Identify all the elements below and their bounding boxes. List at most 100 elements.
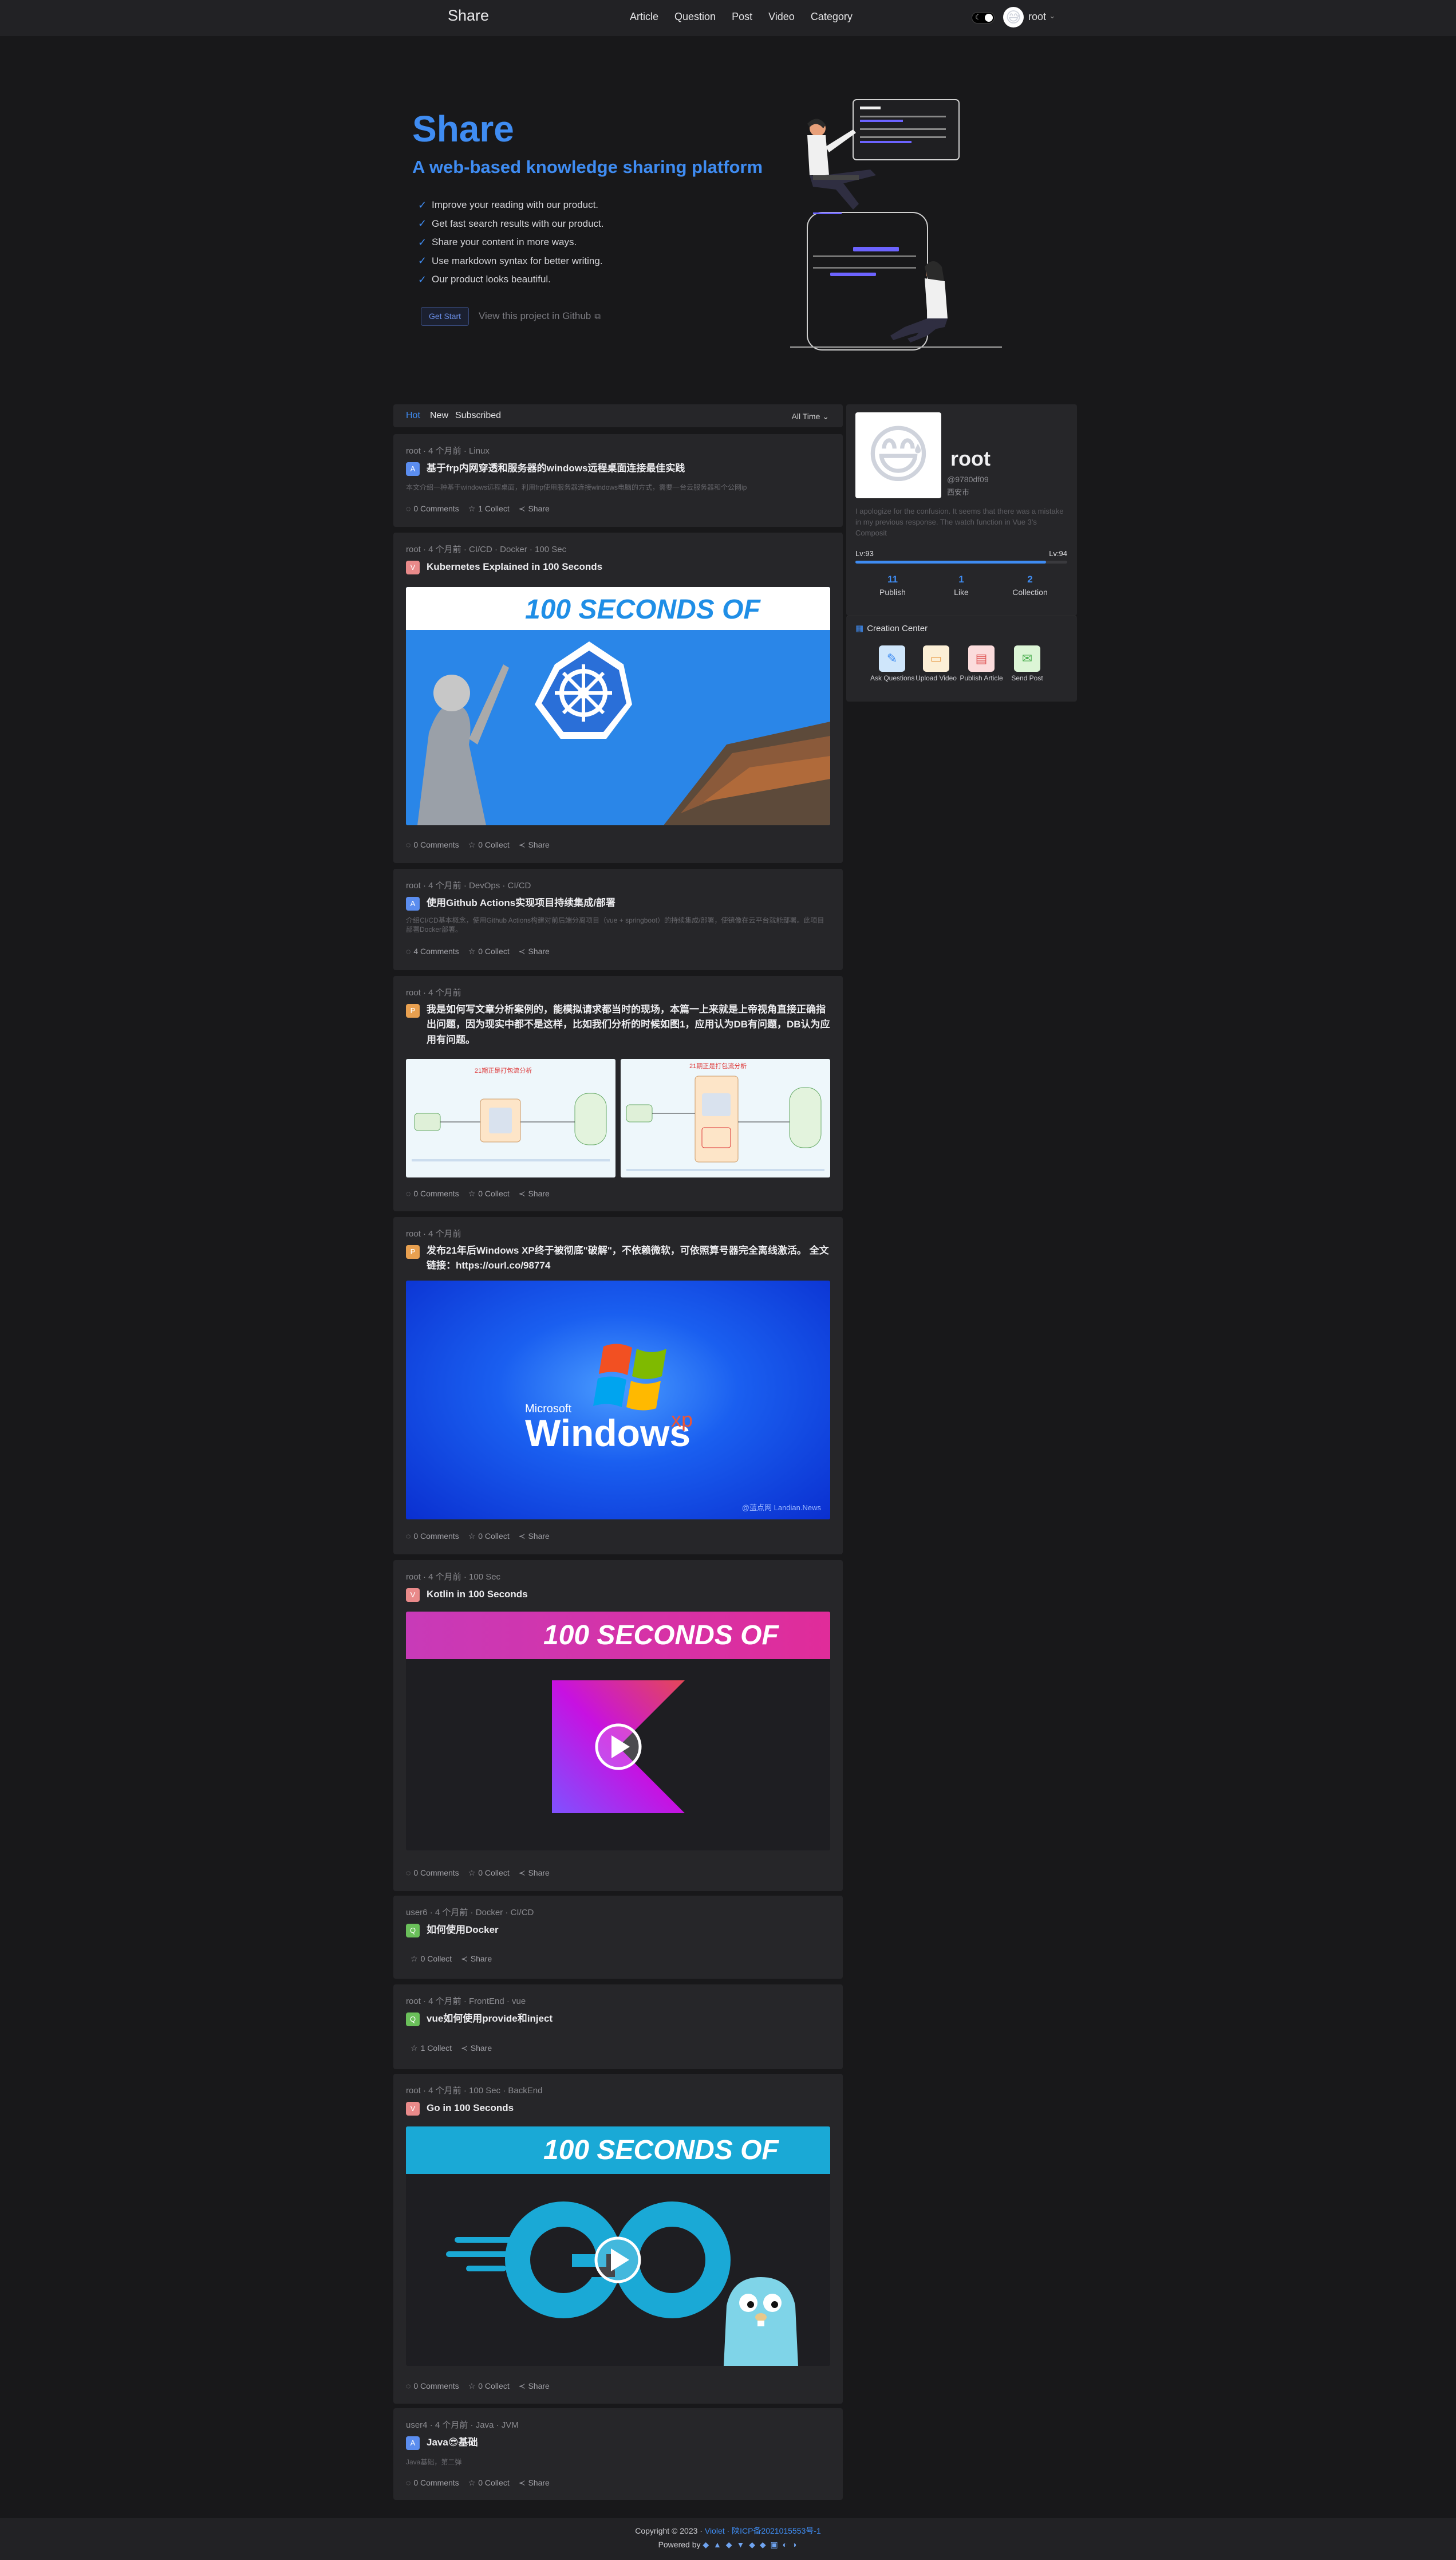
post-image[interactable]: Microsoft Windows xp @蓝点网 Landian.News — [406, 1281, 830, 1519]
share-icon: ≺ — [518, 1868, 526, 1877]
get-start-button[interactable]: Get Start — [421, 307, 469, 326]
check-icon: ✓ — [418, 218, 427, 230]
share-button[interactable]: ≺ Share — [519, 947, 550, 956]
collect-button[interactable]: ☆ 0 Collect — [468, 840, 510, 850]
card-meta: root · 4 个月前 — [406, 988, 461, 998]
feed-card[interactable]: root · 4 个月前 P 我是如何写文章分析案例的，能模拟请求都当时的现场，… — [393, 976, 843, 1211]
nav-category[interactable]: Category — [811, 11, 853, 23]
comments-button[interactable]: ◌ 0 Comments — [406, 840, 459, 850]
video-type-icon: V — [406, 1588, 420, 1602]
share-button[interactable]: ≺ Share — [519, 1868, 550, 1878]
stat-publish[interactable]: 11 Publish — [861, 574, 924, 597]
stat-like[interactable]: 1 Like — [930, 574, 993, 597]
share-button[interactable]: ≺ Share — [519, 840, 550, 850]
publish-article-button[interactable]: ▤ Publish Article — [960, 645, 1003, 682]
share-button[interactable]: ≺ Share — [519, 1531, 550, 1541]
tab-hot[interactable]: Hot — [406, 411, 420, 421]
theme-toggle[interactable]: ☾ — [972, 12, 995, 23]
feed-card[interactable]: root · 4 个月前 P 发布21年后Windows XP终于被彻底"破解"… — [393, 1217, 843, 1554]
user-avatar[interactable]: 😅 — [1003, 7, 1024, 27]
share-button[interactable]: ≺ Share — [461, 2043, 492, 2053]
hero-subtitle: A web-based knowledge sharing platform — [412, 157, 763, 177]
chevron-down-icon[interactable]: ⌄ — [1049, 11, 1056, 21]
github-link[interactable]: View this project in Github ⧉ — [479, 310, 601, 322]
feed-card[interactable]: user6 · 4 个月前 · Docker · CI/CD Q 如何使用Doc… — [393, 1896, 843, 1979]
comments-button[interactable]: ◌ 0 Comments — [406, 504, 459, 514]
nav-article[interactable]: Article — [630, 11, 658, 23]
article-type-icon: A — [406, 897, 420, 911]
nav-question[interactable]: Question — [674, 11, 716, 23]
stat-collection[interactable]: 2 Collection — [999, 574, 1062, 597]
tab-new[interactable]: New — [430, 411, 448, 421]
card-meta: user4 · 4 个月前 · Java · JVM — [406, 2420, 519, 2430]
comments-button[interactable]: ◌ 0 Comments — [406, 1868, 459, 1878]
share-button[interactable]: ≺ Share — [519, 2478, 550, 2488]
feed-card[interactable]: root · 4 个月前 · 100 Sec · BackEnd V Go in… — [393, 2074, 843, 2404]
card-title[interactable]: Kubernetes Explained in 100 Seconds — [427, 559, 830, 574]
share-icon: ≺ — [518, 1189, 526, 1198]
card-title[interactable]: 发布21年后Windows XP终于被彻底"破解"，不依赖微软，可依照算号器完全… — [427, 1243, 830, 1274]
feed-card[interactable]: root · 4 个月前 · FrontEnd · vue Q vue如何使用p… — [393, 1984, 843, 2069]
ask-question-button[interactable]: ✎ Ask Questions — [870, 645, 914, 682]
video-thumbnail[interactable]: 100 SECONDS OF — [406, 2126, 830, 2366]
user-menu-name[interactable]: root — [1028, 11, 1046, 23]
card-title[interactable]: 使用Github Actions实现项目持续集成/部署 — [427, 895, 830, 911]
collect-button[interactable]: ☆ 0 Collect — [468, 1868, 510, 1878]
collect-button[interactable]: ☆ 0 Collect — [411, 1954, 452, 1964]
share-button[interactable]: ≺ Share — [519, 1189, 550, 1199]
icp-link[interactable]: · 陕ICP备2021015553号-1 — [727, 2526, 821, 2535]
collect-button[interactable]: ☆ 0 Collect — [468, 1189, 510, 1199]
nav-video[interactable]: Video — [768, 11, 795, 23]
card-title[interactable]: Go in 100 Seconds — [427, 2100, 830, 2116]
feed-card[interactable]: user4 · 4 个月前 · Java · JVM A Java😎基础 Jav… — [393, 2408, 843, 2500]
collect-button[interactable]: ☆ 1 Collect — [411, 2043, 452, 2053]
share-button[interactable]: ≺ Share — [461, 1954, 492, 1964]
comment-icon: ◌ — [406, 840, 411, 849]
feed-card[interactable]: root · 4 个月前 · Linux A 基于frp内网穿透和服务器的win… — [393, 434, 843, 527]
video-thumbnail[interactable]: 100 SECONDS OF — [406, 587, 830, 825]
comments-button[interactable]: ◌ 0 Comments — [406, 1531, 459, 1541]
share-icon: ≺ — [518, 947, 526, 956]
card-title[interactable]: Kotlin in 100 Seconds — [427, 1586, 830, 1602]
collect-button[interactable]: ☆ 0 Collect — [468, 2381, 510, 2391]
post-image[interactable]: 21期正是打包流分析 — [621, 1059, 830, 1177]
comments-button[interactable]: ◌ 0 Comments — [406, 2381, 459, 2391]
author-link[interactable]: Violet — [705, 2526, 725, 2535]
feature-item: ✓ Use markdown syntax for better writing. — [418, 255, 603, 267]
check-icon: ✓ — [418, 199, 427, 211]
kubernetes-artwork — [406, 630, 830, 825]
profile-name[interactable]: root — [950, 447, 991, 471]
collect-button[interactable]: ☆ 0 Collect — [468, 1531, 510, 1541]
nav-post[interactable]: Post — [732, 11, 752, 23]
share-button[interactable]: ≺ Share — [519, 504, 550, 514]
send-post-button[interactable]: ✉ Send Post — [1005, 645, 1049, 682]
card-title[interactable]: vue如何使用provide和inject — [427, 2011, 830, 2026]
card-actions: ☆ 1 Collect ≺ Share — [411, 2043, 492, 2053]
card-title[interactable]: 我是如何写文章分析案例的，能模拟请求都当时的现场，本篇一上来就是上帝视角直接正确… — [427, 1002, 830, 1047]
card-actions: ◌ 0 Comments ☆ 0 Collect ≺ Share — [406, 1868, 550, 1878]
feed-card[interactable]: root · 4 个月前 · DevOps · CI/CD A 使用Github… — [393, 869, 843, 970]
collect-button[interactable]: ☆ 0 Collect — [468, 2478, 510, 2488]
brand-logo[interactable]: Share — [448, 7, 489, 25]
comments-button[interactable]: ◌ 4 Comments — [406, 947, 459, 956]
feed-card[interactable]: root · 4 个月前 · CI/CD · Docker · 100 Sec … — [393, 533, 843, 863]
feed-card[interactable]: root · 4 个月前 · 100 Sec V Kotlin in 100 S… — [393, 1560, 843, 1891]
card-title[interactable]: 基于frp内网穿透和服务器的windows远程桌面连接最佳实践 — [427, 460, 830, 476]
comments-button[interactable]: ◌ 0 Comments — [406, 1189, 459, 1199]
post-image[interactable]: 21期正是打包流分析 — [406, 1059, 615, 1177]
star-icon: ☆ — [411, 1954, 418, 1963]
time-filter-select[interactable]: All Time ⌄ — [792, 412, 829, 422]
hero-illustration — [790, 99, 1002, 350]
card-title[interactable]: 如何使用Docker — [427, 1922, 830, 1937]
video-thumbnail[interactable]: 100 SECONDS OF — [406, 1612, 830, 1850]
collect-button[interactable]: ☆ 0 Collect — [468, 947, 510, 956]
comments-button[interactable]: ◌ 0 Comments — [406, 2478, 459, 2488]
profile-avatar[interactable]: 😅 — [855, 412, 941, 498]
star-icon: ☆ — [468, 504, 476, 513]
tab-subscribed[interactable]: Subscribed — [455, 411, 501, 421]
share-button[interactable]: ≺ Share — [519, 2381, 550, 2391]
upload-video-button[interactable]: ▭ Upload Video — [914, 645, 958, 682]
card-title[interactable]: Java😎基础 — [427, 2435, 830, 2450]
windows-flag-icon — [593, 1344, 666, 1411]
collect-button[interactable]: ☆ 1 Collect — [468, 504, 510, 514]
